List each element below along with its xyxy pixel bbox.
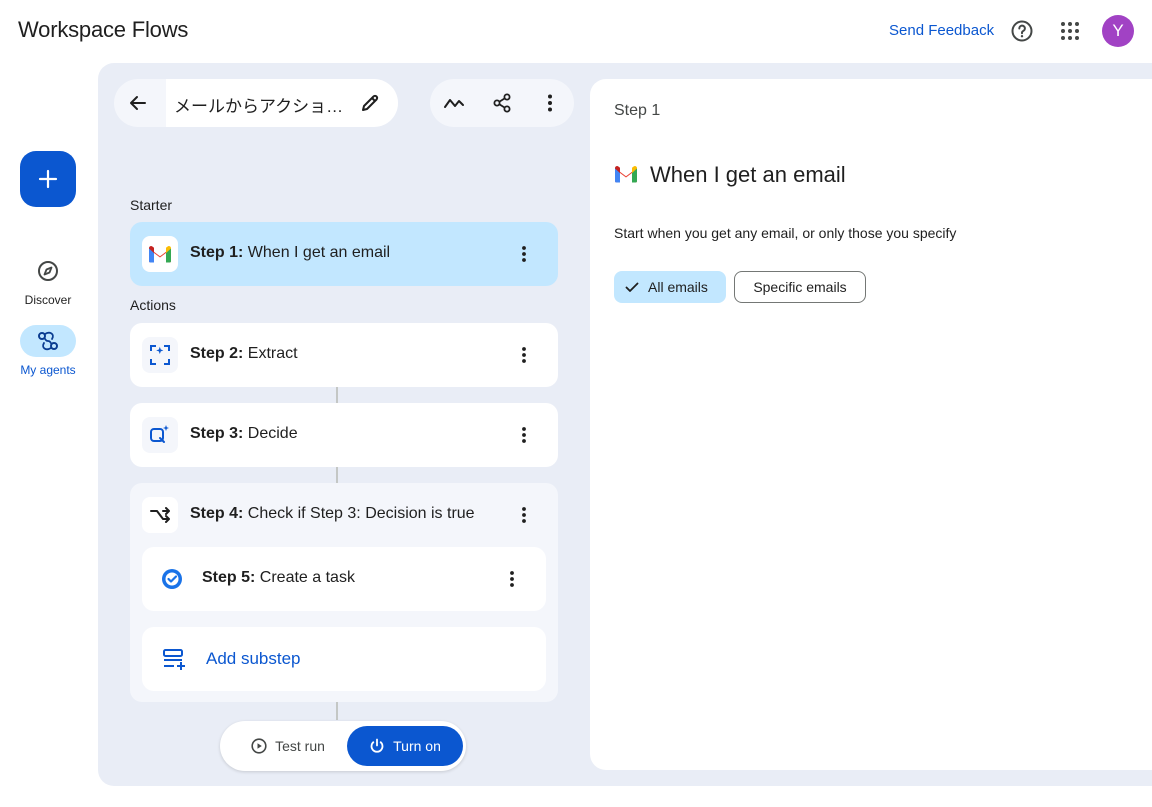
gmail-icon bbox=[142, 236, 178, 272]
turn-on-label: Turn on bbox=[393, 738, 441, 754]
step-3-label: Step 3: Decide bbox=[190, 425, 298, 442]
connector-line bbox=[336, 702, 338, 720]
apps-grid-icon[interactable] bbox=[1058, 19, 1082, 43]
nav-label-my-agents: My agents bbox=[20, 363, 76, 377]
step-3-menu-icon[interactable] bbox=[514, 425, 534, 445]
app-title: Workspace Flows bbox=[18, 17, 189, 42]
step-5-label: Step 5: Create a task bbox=[202, 569, 355, 586]
add-substep-button[interactable]: Add substep bbox=[142, 627, 546, 691]
send-feedback-link[interactable]: Send Feedback bbox=[889, 22, 994, 39]
gmail-icon bbox=[614, 165, 638, 185]
share-button[interactable] bbox=[490, 91, 514, 115]
play-circle-icon bbox=[251, 738, 267, 754]
turn-on-button[interactable]: Turn on bbox=[347, 726, 463, 766]
decide-icon bbox=[142, 417, 178, 453]
panel-title: When I get an email bbox=[650, 162, 846, 187]
share-icon bbox=[493, 93, 511, 113]
flow-name: メールからアクション… bbox=[174, 97, 350, 116]
panel-description: Start when you get any email, or only th… bbox=[614, 225, 957, 241]
step-4-card[interactable]: Step 4: Check if Step 3: Decision is tru… bbox=[130, 483, 558, 547]
agents-icon bbox=[20, 325, 76, 357]
add-substep-icon bbox=[162, 647, 186, 671]
step-2-label: Step 2: Extract bbox=[190, 345, 298, 362]
top-bar: Workspace Flows Send Feedback Y bbox=[0, 0, 1152, 62]
all-emails-chip[interactable]: All emails bbox=[614, 271, 726, 303]
help-icon[interactable] bbox=[1010, 19, 1034, 43]
avatar[interactable]: Y bbox=[1102, 15, 1134, 47]
all-emails-label: All emails bbox=[648, 279, 708, 295]
extract-icon bbox=[142, 337, 178, 373]
pencil-icon bbox=[362, 94, 379, 111]
add-substep-label: Add substep bbox=[206, 649, 301, 668]
step-3-card[interactable]: Step 3: Decide bbox=[130, 403, 558, 467]
step-2-menu-icon[interactable] bbox=[514, 345, 534, 365]
more-vert-icon bbox=[548, 94, 552, 112]
step-5-card[interactable]: Step 5: Create a task bbox=[142, 547, 546, 611]
activity-button[interactable] bbox=[442, 91, 466, 115]
step-1-card[interactable]: Step 1: When I get an email bbox=[130, 222, 558, 286]
connector-line bbox=[336, 467, 338, 483]
actions-section-label: Actions bbox=[130, 297, 176, 313]
edit-name-button[interactable] bbox=[357, 90, 383, 116]
step-4-label: Step 4: Check if Step 3: Decision is tru… bbox=[190, 505, 475, 522]
power-icon bbox=[370, 738, 384, 753]
create-flow-button[interactable] bbox=[20, 151, 76, 207]
activity-chart-icon bbox=[444, 99, 464, 108]
compass-icon bbox=[20, 255, 76, 287]
starter-section-label: Starter bbox=[130, 197, 173, 213]
panel-step-label: Step 1 bbox=[614, 102, 661, 119]
tasks-icon bbox=[154, 561, 190, 597]
step-2-card[interactable]: Step 2: Extract bbox=[130, 323, 558, 387]
specific-emails-chip[interactable]: Specific emails bbox=[734, 271, 866, 303]
connector-line bbox=[336, 387, 338, 403]
step-1-menu-icon[interactable] bbox=[514, 244, 534, 264]
nav-item-my-agents[interactable]: My agents bbox=[0, 325, 96, 377]
arrow-back-icon bbox=[130, 96, 146, 110]
condition-icon bbox=[142, 497, 178, 533]
check-icon bbox=[625, 282, 639, 292]
nav-label-discover: Discover bbox=[24, 293, 72, 307]
step-1-label: Step 1: When I get an email bbox=[190, 244, 391, 261]
test-run-label: Test run bbox=[275, 738, 325, 754]
test-run-button[interactable]: Test run bbox=[234, 726, 342, 766]
plus-icon bbox=[38, 169, 58, 189]
step-4-menu-icon[interactable] bbox=[514, 505, 534, 525]
back-button[interactable] bbox=[114, 79, 162, 127]
nav-item-discover[interactable]: Discover bbox=[0, 255, 96, 307]
step-5-menu-icon[interactable] bbox=[502, 569, 522, 589]
more-options-button[interactable] bbox=[538, 91, 562, 115]
